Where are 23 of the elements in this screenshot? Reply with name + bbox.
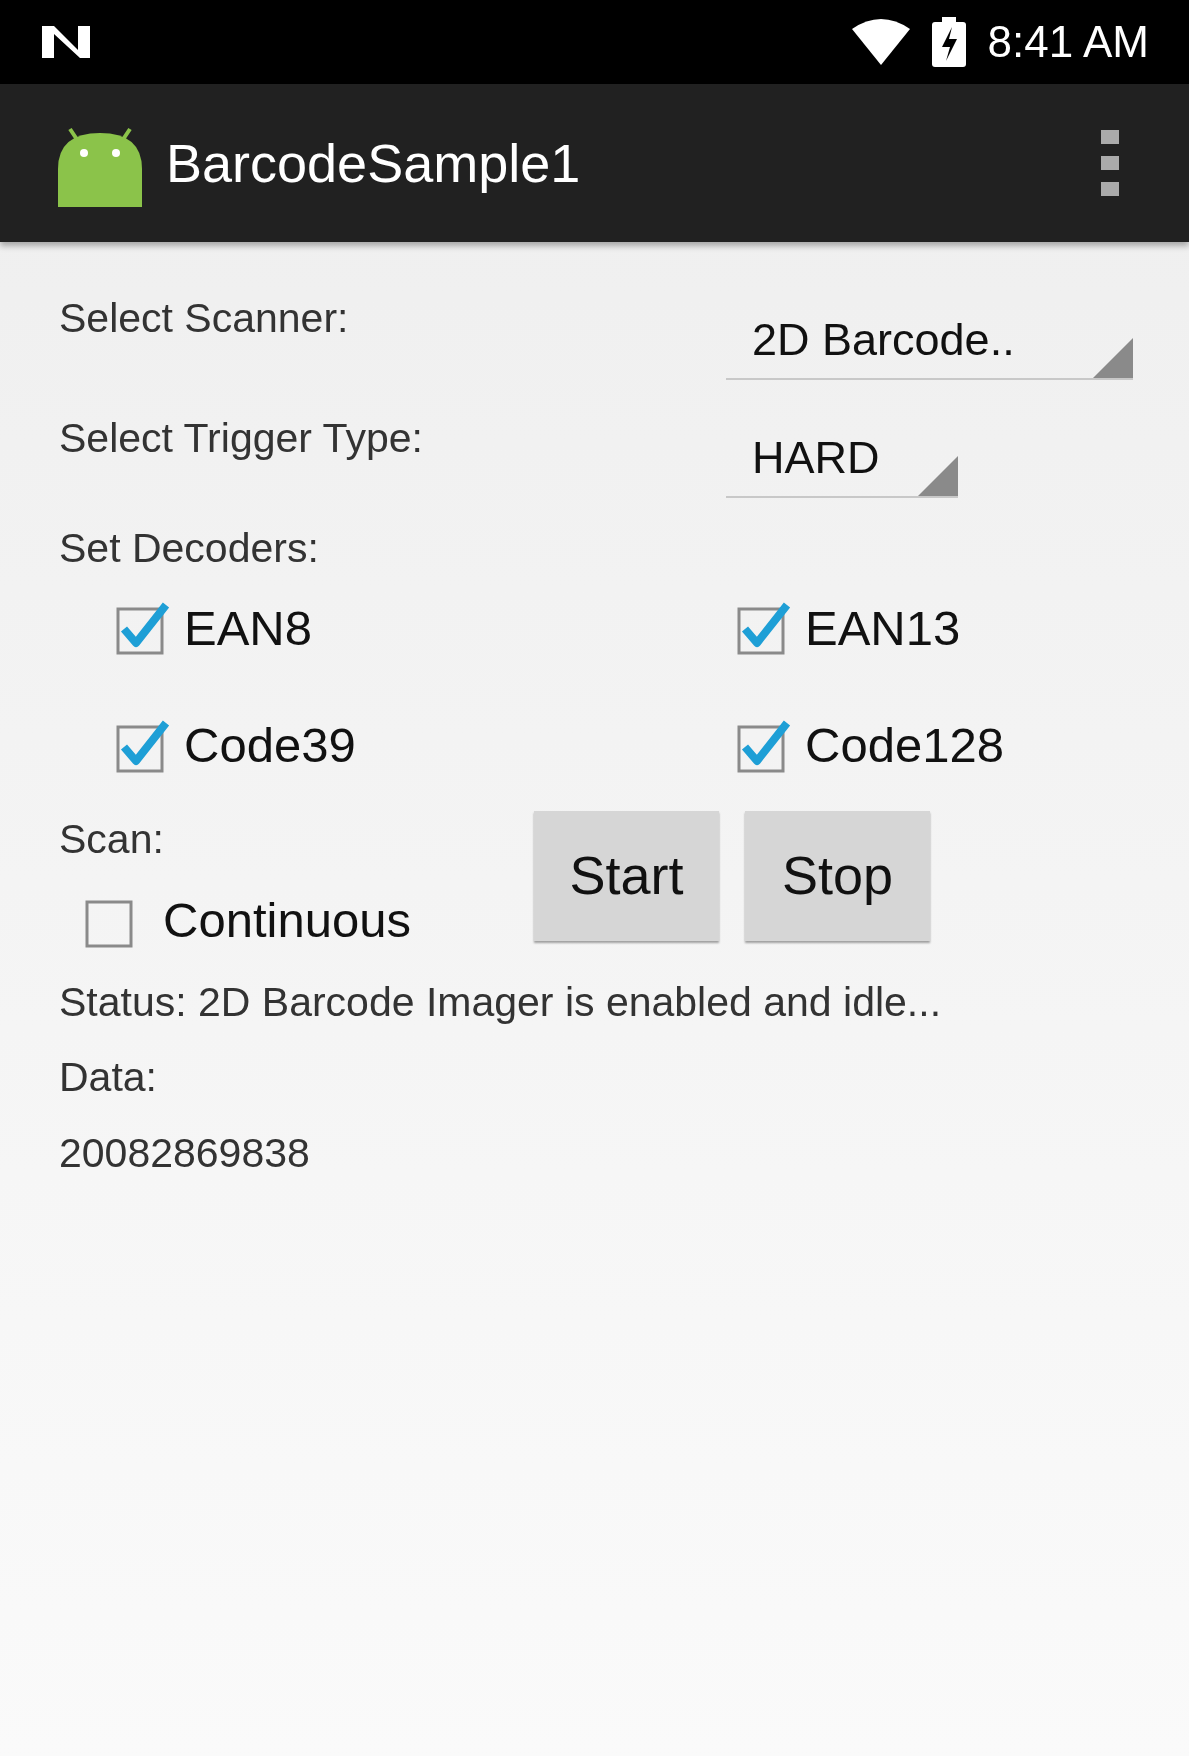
dropdown[interactable]: HARD — [726, 420, 958, 498]
field-label: Select Scanner: — [59, 294, 349, 343]
clock: 8:41 AM — [987, 16, 1149, 68]
action-button[interactable]: Start — [534, 810, 719, 941]
app-title: BarcodeSample1 — [166, 131, 582, 195]
field-label: Select Trigger Type: — [59, 414, 424, 463]
battery-charging-icon — [931, 17, 966, 67]
overflow-menu-icon[interactable] — [1101, 130, 1119, 196]
dropdown-corner-icon — [1093, 338, 1133, 378]
wifi-icon — [851, 19, 910, 65]
dropdown[interactable]: 2D Barcode.. — [726, 302, 1133, 380]
checkbox-label: EAN13 — [805, 599, 961, 657]
data-value: 20082869838 — [59, 1128, 311, 1178]
dropdown-corner-icon — [918, 456, 958, 496]
checkbox-label: EAN8 — [184, 599, 312, 657]
action-button[interactable]: Stop — [745, 810, 930, 941]
status-text: Status: 2D Barcode Imager is enabled and idle... — [59, 977, 943, 1027]
section-label: Scan: — [59, 814, 165, 864]
checkbox-label: Code39 — [184, 717, 356, 774]
checkbox-label: Continuous — [163, 892, 411, 949]
section-label: Set Decoders: — [59, 524, 320, 573]
checkbox-label: Code128 — [805, 717, 1004, 774]
data-label: Data: — [59, 1053, 158, 1102]
